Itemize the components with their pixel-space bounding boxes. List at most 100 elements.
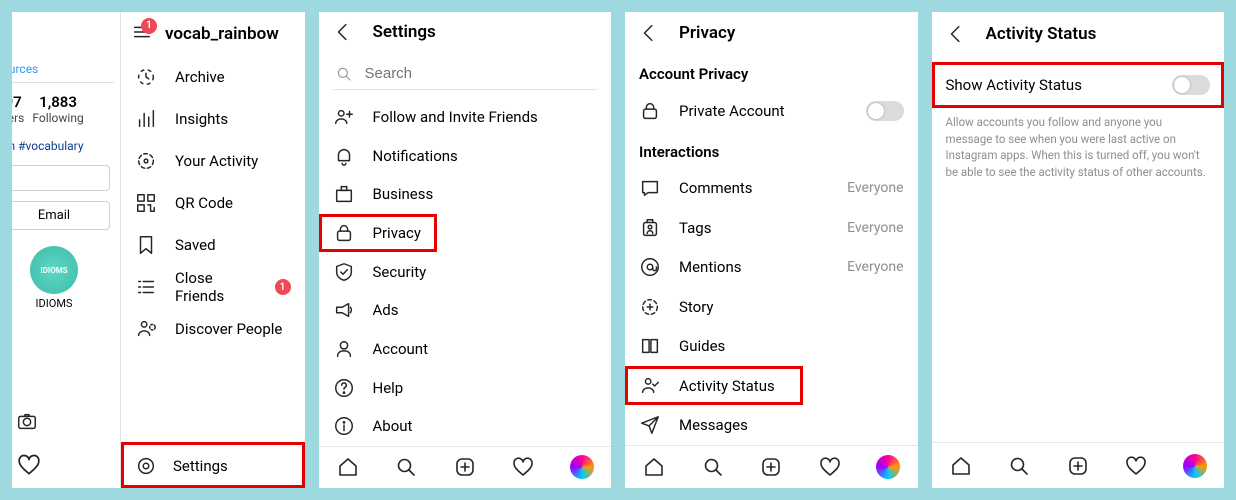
privacy-guides[interactable]: Guides bbox=[625, 327, 918, 366]
page-title: Settings bbox=[373, 22, 436, 42]
settings-privacy[interactable]: Privacy bbox=[319, 214, 437, 253]
ads-icon bbox=[333, 299, 355, 321]
bottom-nav bbox=[319, 446, 612, 488]
close-friends-icon bbox=[135, 276, 157, 298]
nav-newpost-icon[interactable] bbox=[453, 455, 477, 479]
email-button[interactable]: Email bbox=[12, 201, 110, 230]
username-title: vocab_rainbow bbox=[165, 24, 279, 44]
story-highlight[interactable]: IDIOMS IDIOMS bbox=[12, 240, 114, 310]
insights-icon bbox=[135, 108, 157, 130]
section-account-privacy: Account Privacy bbox=[625, 53, 918, 91]
private-account-toggle[interactable] bbox=[866, 101, 904, 121]
show-activity-status-toggle[interactable] bbox=[1172, 75, 1210, 95]
settings-account[interactable]: Account bbox=[319, 330, 612, 369]
nav-home-icon[interactable] bbox=[949, 454, 973, 478]
back-icon[interactable] bbox=[333, 21, 355, 43]
menu-settings[interactable]: Settings bbox=[121, 442, 305, 488]
settings-notifications[interactable]: Notifications bbox=[319, 136, 612, 175]
back-icon[interactable] bbox=[639, 22, 661, 44]
bio-hashtags[interactable]: ah #vocabulary bbox=[12, 129, 114, 155]
story-icon bbox=[639, 296, 661, 318]
page-title: Activity Status bbox=[986, 24, 1097, 44]
gear-icon bbox=[135, 455, 157, 477]
privacy-mentions[interactable]: MentionsEveryone bbox=[625, 248, 918, 287]
settings-security[interactable]: Security bbox=[319, 252, 612, 291]
section-interactions: Interactions bbox=[625, 131, 918, 169]
nav-newpost-icon[interactable] bbox=[1066, 454, 1090, 478]
screen-privacy: Privacy Account Privacy Private Account … bbox=[625, 12, 918, 488]
privacy-story[interactable]: Story bbox=[625, 287, 918, 326]
nav-avatar[interactable] bbox=[1183, 454, 1207, 478]
history-icon bbox=[135, 66, 157, 88]
profile-left-panel: ources 97 vers 1,883 Following ah #vocab… bbox=[12, 56, 114, 442]
page-title: Privacy bbox=[679, 23, 735, 43]
menu-close-friends[interactable]: Close Friends1 bbox=[121, 266, 305, 308]
nav-avatar[interactable] bbox=[570, 455, 594, 479]
show-activity-status-row[interactable]: Show Activity Status bbox=[932, 62, 1225, 108]
mention-icon bbox=[639, 256, 661, 278]
menu-discover-people[interactable]: Discover People bbox=[121, 308, 305, 350]
stat-followers[interactable]: 97 vers bbox=[12, 93, 24, 125]
settings-business[interactable]: Business bbox=[319, 175, 612, 214]
menu-saved[interactable]: Saved bbox=[121, 224, 305, 266]
activity-icon bbox=[639, 375, 661, 397]
search-icon bbox=[335, 65, 353, 83]
screen-profile-menu: ources 97 vers 1,883 Following ah #vocab… bbox=[12, 12, 305, 488]
tag-icon bbox=[639, 217, 661, 239]
menu-your-activity[interactable]: Your Activity bbox=[121, 140, 305, 182]
screen-activity-status: Activity Status Show Activity Status All… bbox=[932, 12, 1225, 488]
stat-following[interactable]: 1,883 Following bbox=[32, 93, 83, 125]
back-icon[interactable] bbox=[946, 23, 968, 45]
heart-icon[interactable] bbox=[16, 452, 42, 478]
input-fragment[interactable] bbox=[12, 165, 110, 191]
help-icon bbox=[333, 377, 355, 399]
lock-icon bbox=[639, 100, 661, 122]
nav-search-icon[interactable] bbox=[701, 455, 725, 479]
info-icon bbox=[333, 415, 355, 437]
nav-search-icon[interactable] bbox=[1007, 454, 1031, 478]
hamburger-button[interactable]: 1 bbox=[131, 21, 153, 48]
business-icon bbox=[333, 183, 355, 205]
account-icon bbox=[333, 338, 355, 360]
nav-home-icon[interactable] bbox=[336, 455, 360, 479]
bell-icon bbox=[333, 145, 355, 167]
settings-ads[interactable]: Ads bbox=[319, 291, 612, 330]
screen-settings: Settings Follow and Invite Friends Notif… bbox=[319, 12, 612, 488]
menu-archive[interactable]: Archive bbox=[121, 56, 305, 98]
search-input[interactable] bbox=[365, 65, 596, 82]
menu-qr-code[interactable]: QR Code bbox=[121, 182, 305, 224]
nav-avatar[interactable] bbox=[876, 455, 900, 479]
privacy-comments[interactable]: CommentsEveryone bbox=[625, 169, 918, 208]
profile-side-menu: 1 vocab_rainbow Archive Insights Your Ac… bbox=[120, 12, 305, 488]
bookmark-icon bbox=[135, 234, 157, 256]
qr-icon bbox=[135, 192, 157, 214]
bottom-nav bbox=[932, 442, 1225, 488]
your-activity-icon bbox=[135, 150, 157, 172]
search-row[interactable] bbox=[333, 59, 598, 90]
settings-label: Settings bbox=[173, 457, 228, 475]
nav-activity-icon[interactable] bbox=[511, 455, 535, 479]
story-ring-label: IDIOMS bbox=[40, 266, 67, 275]
settings-follow-invite[interactable]: Follow and Invite Friends bbox=[319, 98, 612, 137]
tab-fragment[interactable]: ources bbox=[12, 56, 114, 83]
shield-icon bbox=[333, 261, 355, 283]
nav-search-icon[interactable] bbox=[394, 455, 418, 479]
discover-icon bbox=[135, 318, 157, 340]
settings-help[interactable]: Help bbox=[319, 368, 612, 407]
nav-activity-icon[interactable] bbox=[818, 455, 842, 479]
close-friends-badge: 1 bbox=[275, 279, 291, 295]
privacy-activity-status[interactable]: Activity Status bbox=[625, 366, 803, 405]
privacy-messages[interactable]: Messages bbox=[625, 405, 918, 444]
private-account-row[interactable]: Private Account bbox=[625, 91, 918, 130]
nav-home-icon[interactable] bbox=[642, 455, 666, 479]
menu-insights[interactable]: Insights bbox=[121, 98, 305, 140]
guides-icon bbox=[639, 335, 661, 357]
lock-icon bbox=[333, 222, 355, 244]
camera-icon[interactable] bbox=[16, 410, 38, 432]
invite-icon bbox=[333, 106, 355, 128]
activity-status-desc: Allow accounts you follow and anyone you… bbox=[932, 108, 1225, 187]
settings-about[interactable]: About bbox=[319, 407, 612, 446]
privacy-tags[interactable]: TagsEveryone bbox=[625, 208, 918, 247]
nav-activity-icon[interactable] bbox=[1124, 454, 1148, 478]
nav-newpost-icon[interactable] bbox=[759, 455, 783, 479]
